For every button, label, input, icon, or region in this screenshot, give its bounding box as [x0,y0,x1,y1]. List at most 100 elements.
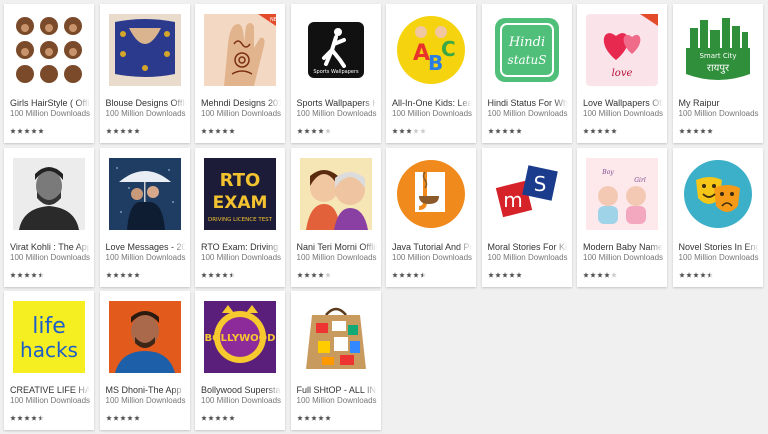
star-icon [590,128,596,134]
app-card-6[interactable]: Hindi statuS Hindi Status For WhatsApp 1… [481,4,572,143]
star-icon [17,128,23,134]
app-card-4[interactable]: Sports Wallpapers Sports Wallpapers HD 1… [290,4,381,143]
app-card-13[interactable]: Java Tutorial And Programs 100 Million D… [386,147,476,287]
app-title[interactable]: Bollywood Superstars [201,385,281,395]
life-hacks-icon[interactable]: life hacks [13,301,85,373]
rating-stars [392,128,426,134]
bollywood-badge-icon[interactable]: BOLLYWOOD [204,301,276,373]
rating-stars [392,271,426,278]
star-icon [494,128,501,134]
star-icon [215,128,221,134]
app-card-20[interactable]: Full SHtOP - ALL IN ONE 100 Million Down… [290,291,381,430]
app-title[interactable]: Novel Stories In English [679,241,759,252]
svg-text:DRIVING LICENCE TEST: DRIVING LICENCE TEST [208,217,273,223]
svg-text:statuS: statuS [507,53,546,67]
rating-stars [583,271,617,278]
svg-text:life: life [32,314,66,339]
app-title[interactable]: Girls HairStyle ( Offline ) [10,98,90,108]
smart-city-icon[interactable]: Smart City रायपुर [681,14,754,86]
mehndi-hand-icon[interactable]: NEW [204,14,276,86]
star-icon [208,128,214,134]
app-downloads: 100 Million Downloads [296,109,377,118]
blouse-back-icon[interactable] [108,14,181,86]
rating-stars [201,128,235,134]
app-downloads: 100 Million Downloads [105,252,186,262]
star-icon [229,128,235,134]
abc-kids-icon[interactable]: A B C [395,14,467,86]
star-icon [119,415,126,421]
cartoon-women-icon[interactable] [299,157,372,230]
star-icon [201,128,207,134]
star-icon [604,128,610,134]
java-cup-icon[interactable] [395,158,467,230]
star-icon [126,128,133,134]
portrait-color-icon[interactable] [108,301,181,373]
star-icon [310,415,317,421]
portrait-bw-icon[interactable] [13,157,85,230]
svg-text:m: m [503,188,522,212]
app-title[interactable]: Java Tutorial And Programs [392,241,472,252]
star-icon [201,415,207,421]
rating-stars [296,271,331,278]
app-card-17[interactable]: life hacks CREATIVE LIFE HACKS 100 Milli… [4,291,94,430]
star-icon [413,271,419,278]
app-title[interactable]: Nani Teri Morni Offline [297,241,377,252]
hairstyle-collage-icon[interactable] [13,14,85,86]
star-icon [604,271,610,278]
rating-stars [10,415,44,421]
star-icon [487,271,494,278]
app-title[interactable]: Love Wallpapers Offline [583,98,663,108]
app-title[interactable]: All-In-One Kids: Learn [392,98,472,108]
app-title[interactable]: Love Messages - 2018 [106,241,186,252]
app-title[interactable]: Full SHtOP - ALL IN ONE [297,385,377,395]
app-card-15[interactable]: Boy Girl Modern Baby Names 100 Million D… [577,147,667,287]
svg-text:BOLLYWOOD: BOLLYWOOD [205,333,276,344]
app-card-10[interactable]: Love Messages - 2018 100 Million Downloa… [99,147,190,287]
app-downloads: 100 Million Downloads [678,109,759,118]
app-card-3[interactable]: NEW Mehndi Designs 2018 100 Million Down… [195,4,285,143]
babies-icon[interactable]: Boy Girl [586,157,658,230]
app-card-7[interactable]: love Love Wallpapers Offline 100 Million… [577,4,667,143]
app-card-1[interactable]: Girls HairStyle ( Offline ) 100 Million … [4,4,94,143]
app-card-11[interactable]: RTO EXAM DRIVING LICENCE TEST RTO Exam: … [195,147,285,287]
app-title[interactable]: Moral Stories For Kids [488,241,568,252]
rating-stars [201,415,235,421]
star-icon [420,271,426,278]
hindi-status-icon[interactable]: Hindi statuS [491,14,563,86]
app-card-19[interactable]: BOLLYWOOD Bollywood Superstars 100 Milli… [195,291,285,430]
star-icon [413,128,419,134]
app-card-12[interactable]: Nani Teri Morni Offline 100 Million Down… [290,147,381,287]
theatre-masks-icon[interactable] [682,158,754,230]
jumpman-logo-icon[interactable]: Sports Wallpapers [299,14,372,86]
app-title[interactable]: Hindi Status For WhatsApp [488,98,568,108]
app-title[interactable]: Mehndi Designs 2018 [201,98,281,108]
app-card-5[interactable]: A B C All-In-One Kids: Learn 100 Million… [386,4,476,143]
app-title[interactable]: Blouse Designs Offline [106,98,186,108]
star-icon [229,271,235,278]
app-card-8[interactable]: Smart City रायपुर My Raipur 100 Million … [672,4,763,143]
star-icon [685,128,692,134]
rto-exam-icon[interactable]: RTO EXAM DRIVING LICENCE TEST [204,157,276,230]
couple-umbrella-icon[interactable] [108,157,181,230]
shopping-bag-icon[interactable] [299,301,372,373]
ms-logo-icon[interactable]: m S [490,157,563,230]
app-card-16[interactable]: Novel Stories In English 100 Million Dow… [672,147,763,287]
app-title[interactable]: Sports Wallpapers HD [297,98,377,108]
love-hearts-icon[interactable]: love [586,14,658,86]
app-title[interactable]: Virat Kohli : The App [10,241,90,252]
star-icon [317,415,324,421]
star-icon [105,271,112,278]
star-icon [112,128,119,134]
app-title[interactable]: RTO Exam: Driving Licence [201,241,281,252]
star-icon [310,128,317,134]
app-title[interactable]: Modern Baby Names [583,241,663,252]
app-card-2[interactable]: Blouse Designs Offline 100 Million Downl… [99,4,190,143]
app-card-14[interactable]: m S Moral Stories For Kids 100 Million D… [481,147,572,287]
app-title[interactable]: My Raipur [679,98,759,108]
app-card-9[interactable]: Virat Kohli : The App 100 Million Downlo… [4,147,94,287]
app-downloads: 100 Million Downloads [105,396,186,405]
app-title[interactable]: MS Dhoni-The App [106,385,186,395]
app-title[interactable]: CREATIVE LIFE HACKS [10,385,90,395]
app-downloads: 100 Million Downloads [10,109,91,118]
app-card-18[interactable]: MS Dhoni-The App 100 Million Downloads [99,291,190,430]
